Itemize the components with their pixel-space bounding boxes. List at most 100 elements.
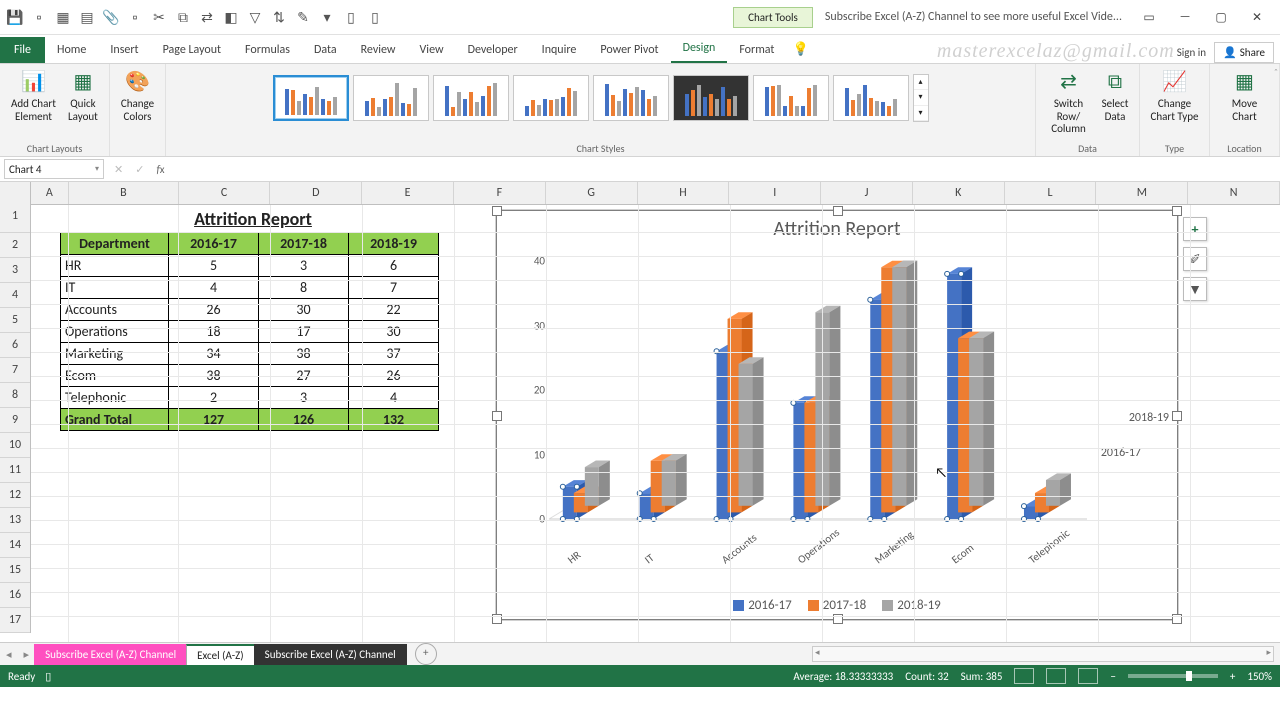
pagebreak-icon[interactable]: ▯ [342,8,360,26]
row-header-13[interactable]: 13 [0,508,30,533]
ribbon-options-icon[interactable]: ▭ [1132,3,1166,31]
maximize-icon[interactable]: ▢ [1204,3,1238,31]
column-header-I[interactable]: I [729,182,821,204]
gallery-scroll[interactable]: ▴▾▾ [913,74,929,122]
lightbulb-icon[interactable]: 💡 [786,36,814,63]
chart-style-thumb-5[interactable] [593,75,669,121]
chart-style-thumb-1[interactable] [273,75,349,121]
switch-row-column-button[interactable]: ⇄Switch Row/ Column [1042,66,1095,138]
macro-record-icon[interactable]: ▯ [45,670,51,683]
normal-view-icon[interactable] [1014,668,1034,684]
sort-icon[interactable]: ⇅ [270,8,288,26]
tab-nav-next-icon[interactable]: ▸ [18,648,36,661]
row-header-3[interactable]: 3 [0,258,30,283]
formula-input[interactable] [171,159,1280,179]
worksheet[interactable]: ABCDEFGHIJKLMN 1234567891011121314151617… [0,182,1280,642]
doc-icon[interactable]: ▫ [30,8,48,26]
row-header-16[interactable]: 16 [0,583,30,608]
column-header-D[interactable]: D [270,182,362,204]
page-icon[interactable]: ▫ [126,8,144,26]
tab-power-pivot[interactable]: Power Pivot [588,37,670,63]
column-header-N[interactable]: N [1188,182,1280,204]
tab-formulas[interactable]: Formulas [233,37,302,63]
quick-layout-button[interactable]: ▦Quick Layout [63,66,103,125]
zoom-out-icon[interactable]: − [1110,670,1115,683]
clip-icon[interactable]: 📎 [102,8,120,26]
dropdown-icon[interactable]: ▾ [318,8,336,26]
chart-style-thumb-8[interactable] [833,75,909,121]
pivot-icon[interactable]: ◧ [222,8,240,26]
row-header-10[interactable]: 10 [0,433,30,458]
filter-icon[interactable]: ▽ [246,8,264,26]
tab-insert[interactable]: Insert [98,37,150,63]
chart-style-thumb-4[interactable] [513,75,589,121]
tab-view[interactable]: View [408,37,456,63]
tab-page-layout[interactable]: Page Layout [151,37,233,63]
column-header-K[interactable]: K [913,182,1005,204]
zoom-in-icon[interactable]: + [1230,670,1235,683]
column-header-F[interactable]: F [454,182,546,204]
signin-link[interactable]: Sign in [1177,46,1206,59]
print-icon[interactable]: ▯ [366,8,384,26]
column-header-B[interactable]: B [69,182,179,204]
sheet-tab-0[interactable]: Subscribe Excel (A-Z) Channel [34,644,187,665]
chart-styles-button[interactable]: ✐ [1183,247,1207,271]
column-header-M[interactable]: M [1096,182,1188,204]
grid-icon[interactable]: ▦ [54,8,72,26]
tab-data[interactable]: Data [302,37,349,63]
attrition-table[interactable]: Department2016-172017-182018-19HR536IT48… [60,232,439,431]
name-box[interactable]: Chart 4▾ [4,159,104,179]
zoom-level[interactable]: 150% [1247,670,1272,683]
zoom-slider[interactable] [1128,674,1218,678]
collapse-ribbon-icon[interactable]: ˆ [1274,66,1278,79]
tab-review[interactable]: Review [349,37,408,63]
save-icon[interactable]: 💾 [6,8,24,26]
row-header-2[interactable]: 2 [0,233,30,258]
change-chart-type-button[interactable]: 📈Change Chart Type [1146,66,1203,125]
sheet-tab-1[interactable]: Excel (A-Z) [186,644,255,665]
column-header-E[interactable]: E [362,182,454,204]
chart-elements-button[interactable]: + [1183,217,1207,241]
row-header-8[interactable]: 8 [0,383,30,408]
select-all-corner[interactable] [0,182,31,204]
tab-inquire[interactable]: Inquire [530,37,589,63]
brush-icon[interactable]: ✎ [294,8,312,26]
row-header-11[interactable]: 11 [0,458,30,483]
sheet-tab-2[interactable]: Subscribe Excel (A-Z) Channel [254,644,407,665]
tab-format[interactable]: Format [727,37,786,63]
chart-icon[interactable]: ⇄ [198,8,216,26]
chart-style-thumb-2[interactable] [353,75,429,121]
column-header-L[interactable]: L [1005,182,1097,204]
tab-nav-prev-icon[interactable]: ◂ [0,648,18,661]
close-icon[interactable]: ✕ [1240,3,1274,31]
chart-styles-gallery[interactable]: ▴▾▾ [271,66,931,130]
row-header-17[interactable]: 17 [0,608,30,633]
chart-style-thumb-7[interactable] [753,75,829,121]
row-header-6[interactable]: 6 [0,333,30,358]
share-button[interactable]: 👤Share [1214,42,1274,63]
column-header-H[interactable]: H [638,182,730,204]
row-header-14[interactable]: 14 [0,533,30,558]
tab-developer[interactable]: Developer [456,37,530,63]
column-header-G[interactable]: G [546,182,638,204]
chart-style-thumb-3[interactable] [433,75,509,121]
minimize-icon[interactable]: — [1168,3,1202,31]
row-header-15[interactable]: 15 [0,558,30,583]
tab-design[interactable]: Design [671,35,728,63]
row-header-7[interactable]: 7 [0,358,30,383]
chart-style-thumb-6[interactable] [673,75,749,121]
column-header-C[interactable]: C [179,182,271,204]
chart-legend[interactable]: 2016-172017-182018-19 [497,598,1177,613]
tab-home[interactable]: Home [45,37,98,63]
change-colors-button[interactable]: 🎨Change Colors [116,66,159,125]
select-data-button[interactable]: ⧉Select Data [1097,66,1133,138]
embedded-chart[interactable]: + ✐ ▼ Attrition Report 010203040 HRITAcc… [496,210,1178,620]
horizontal-scrollbar[interactable]: ◂▸ [812,646,1274,662]
table-icon[interactable]: ▤ [78,8,96,26]
add-chart-element-button[interactable]: 📊Add Chart Element [6,66,61,125]
add-sheet-button[interactable]: + [415,643,437,665]
page-layout-view-icon[interactable] [1046,668,1066,684]
fx-icon[interactable]: fx [150,163,170,176]
cancel-fx-icon[interactable]: ✕ [108,163,129,176]
row-header-5[interactable]: 5 [0,308,30,333]
